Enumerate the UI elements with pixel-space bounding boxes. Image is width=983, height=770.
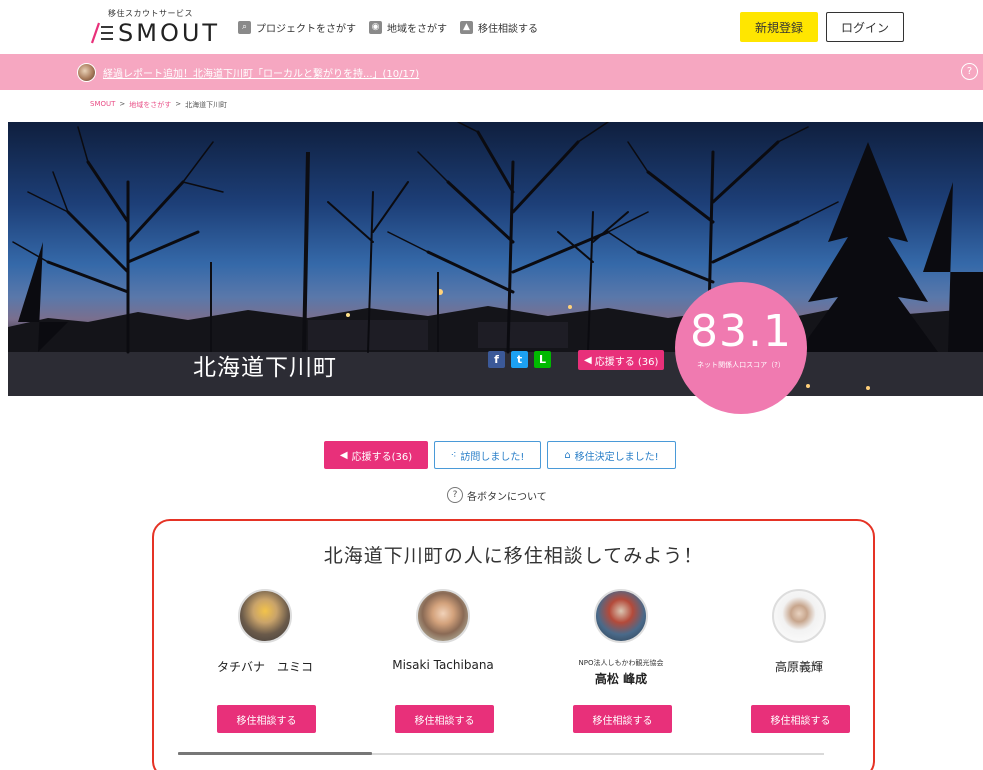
notice-bar: 経過レポート追加！北海道下川町「ローカルと繋がりを持...」(10/17) ? <box>0 54 983 90</box>
breadcrumb-home[interactable]: SMOUT <box>90 100 115 110</box>
moved-button-label: 移住決定しました! <box>574 451 659 463</box>
consult-button[interactable]: 移住相談する <box>217 705 316 733</box>
consultant-name: タチバナ ユミコ <box>216 660 313 674</box>
facebook-share-icon[interactable]: f <box>488 351 505 368</box>
consultant-card: Misaki Tachibana 移住相談する <box>359 589 519 739</box>
consultant-name: 高原義輝 <box>774 660 823 674</box>
nav-consult-migration[interactable]: ▲ 移住相談する <box>460 18 538 36</box>
hero-support-button[interactable]: ◀ 応援する (36) <box>578 350 665 370</box>
consultant-name: 高松 峰成 <box>594 672 648 686</box>
consultant-card: NPO法人しもかわ観光協会 高松 峰成 移住相談する <box>537 589 697 739</box>
breadcrumb-region-search[interactable]: 地域をさがす <box>129 100 171 110</box>
person-icon: ▲ <box>460 20 473 34</box>
line-share-icon[interactable]: L <box>534 351 551 368</box>
login-button[interactable]: ログイン <box>826 12 904 42</box>
site-header: 移住スカウトサービス SMOUT ⌕ プロジェクトをさがす ◉ 地域をさがす ▲… <box>0 0 983 54</box>
avatar[interactable] <box>238 589 292 643</box>
breadcrumb-separator: > <box>175 100 182 108</box>
nav-label: 移住相談する <box>478 23 538 35</box>
notice-avatar <box>77 63 96 82</box>
question-icon: ? <box>447 487 463 503</box>
megaphone-icon: ◀ <box>584 354 592 366</box>
consultation-panel: 北海道下川町の人に移住相談してみよう！ タチバナ ユミコ 移住相談する Misa… <box>152 519 875 770</box>
moved-button[interactable]: ⌂ 移住決定しました! <box>547 441 676 469</box>
consultant-name: Misaki Tachibana <box>392 658 494 672</box>
megaphone-icon: ◀ <box>339 449 348 461</box>
hero-image: 北海道下川町 f t L ◀ 応援する (36) <box>8 122 983 396</box>
visited-button[interactable]: ⁖ 訪問しました! <box>434 441 541 469</box>
house-icon: ⌂ <box>564 449 571 461</box>
consult-button[interactable]: 移住相談する <box>573 705 672 733</box>
carousel-scrollbar-thumb[interactable] <box>178 752 372 755</box>
footprints-icon: ⁖ <box>450 449 457 461</box>
breadcrumb-current: 北海道下川町 <box>185 101 228 109</box>
consultant-card: タチバナ ユミコ 移住相談する <box>181 589 341 739</box>
about-buttons-label: 各ボタンについて <box>467 491 547 503</box>
consultation-title: 北海道下川町の人に移住相談してみよう！ <box>323 545 704 567</box>
consultant-organization: NPO法人しもかわ観光協会 <box>578 659 664 667</box>
help-icon[interactable]: ? <box>961 63 978 80</box>
twitter-share-icon[interactable]: t <box>511 351 528 368</box>
support-button[interactable]: ◀ 応援する(36) <box>324 441 428 469</box>
breadcrumb: SMOUT > 地域をさがす > 北海道下川町 <box>90 100 227 110</box>
breadcrumb-separator: > <box>119 100 126 108</box>
support-button-label: 応援する(36) <box>351 451 413 463</box>
smout-logo[interactable]: 移住スカウトサービス SMOUT <box>90 8 221 47</box>
nav-find-regions[interactable]: ◉ 地域をさがす <box>369 18 447 36</box>
consultant-card: 高原義輝 移住相談する <box>715 589 873 739</box>
nav-find-projects[interactable]: ⌕ プロジェクトをさがす <box>238 18 356 36</box>
score-badge: 83.1 ネット関係人口スコア（?） <box>675 282 807 414</box>
hero-title: 北海道下川町 <box>193 355 337 381</box>
avatar[interactable] <box>416 589 470 643</box>
score-label[interactable]: ネット関係人口スコア（?） <box>675 360 807 370</box>
about-buttons-link[interactable]: ? 各ボタンについて <box>447 487 547 503</box>
nav-label: 地域をさがす <box>387 23 447 35</box>
consult-button[interactable]: 移住相談する <box>395 705 494 733</box>
avatar[interactable] <box>594 589 648 643</box>
logo-tagline: 移住スカウトサービス <box>108 9 193 18</box>
map-pin-icon: ◉ <box>369 20 382 34</box>
hero-support-label: 応援する (36) <box>594 356 659 368</box>
search-icon: ⌕ <box>238 20 251 34</box>
score-value: 83.1 <box>690 306 792 357</box>
notice-link[interactable]: 経過レポート追加！北海道下川町「ローカルと繋がりを持...」(10/17) <box>103 65 419 80</box>
logo-text: SMOUT <box>118 19 221 47</box>
visited-button-label: 訪問しました! <box>460 451 525 463</box>
avatar[interactable] <box>772 589 826 643</box>
register-button[interactable]: 新規登録 <box>740 12 818 42</box>
logo-mark-icon <box>90 22 113 44</box>
consult-button[interactable]: 移住相談する <box>751 705 850 733</box>
nav-label: プロジェクトをさがす <box>256 23 356 35</box>
